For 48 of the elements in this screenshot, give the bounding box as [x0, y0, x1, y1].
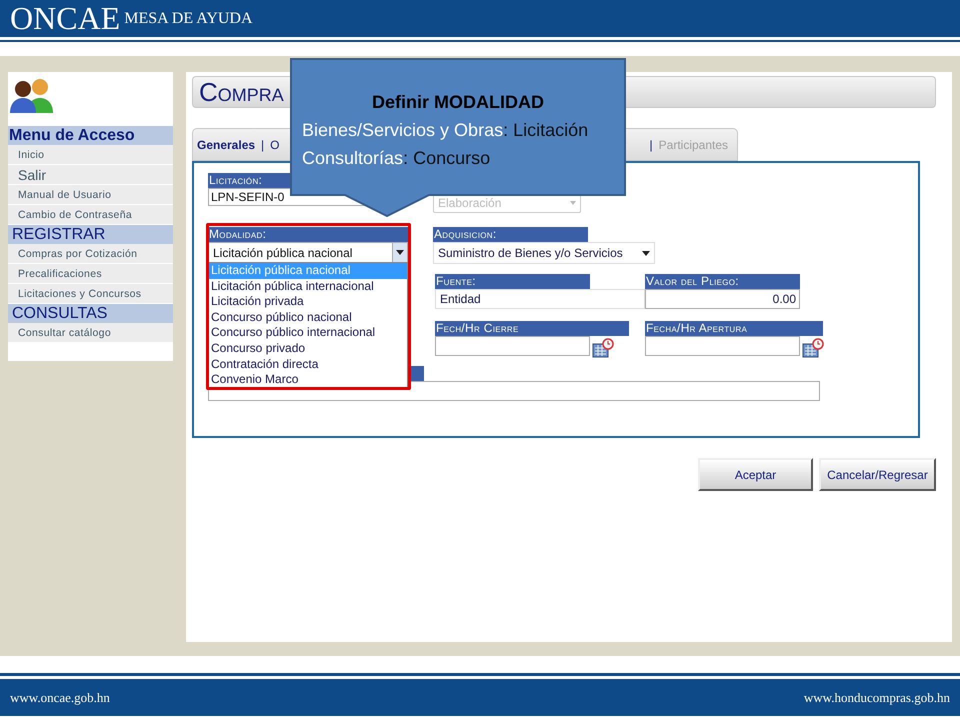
menu-item[interactable]: Consultar catálogo [8, 323, 173, 343]
field-label: Adquisicion: [433, 227, 588, 242]
menu-item[interactable]: Manual de Usuario [8, 185, 173, 205]
menu-item[interactable]: Licitaciones y Concursos [8, 284, 173, 304]
menu-section-title: CONSULTAS [8, 304, 173, 323]
brand-logo: ONCAE [10, 1, 120, 35]
field-label: Fuente: [435, 274, 590, 289]
fecha-apertura-field[interactable] [645, 336, 800, 356]
dropdown-option[interactable]: Concurso público nacional [209, 310, 407, 326]
menu-item[interactable]: Cambio de Contraseña [8, 205, 173, 225]
menu-item[interactable]: Salir [8, 165, 173, 185]
field-label: Fech/Hr Cierre [435, 321, 629, 336]
dropdown-option[interactable]: Convenio Marco [209, 372, 407, 388]
header-subtitle: MESA DE AYUDA [124, 9, 253, 29]
callout-text: Bienes/Servicios y Obras: Licitación [302, 119, 588, 142]
dropdown-option[interactable]: Concurso público internacional [209, 325, 407, 341]
footer-link[interactable]: www.honducompras.gob.hn [804, 688, 950, 708]
cancel-button[interactable]: Cancelar/Regresar [819, 458, 936, 491]
menu-item[interactable]: Precalificaciones [8, 264, 173, 284]
tab-separator: | [261, 136, 264, 154]
dropdown-option[interactable]: Licitación privada [209, 294, 407, 310]
dropdown-option[interactable]: Concurso privado [209, 340, 407, 357]
footer-link[interactable]: www.oncae.gob.hn [10, 688, 110, 708]
fuente-field[interactable]: Entidad [435, 289, 645, 309]
menu-item[interactable]: Compras por Cotización [8, 244, 173, 264]
callout-text: Consultorías: Concurso [302, 147, 490, 170]
field-label: Valor del Pliego: [645, 274, 800, 289]
menu-item[interactable]: Inicio [8, 145, 173, 165]
menu-section-title: Menu de Acceso [8, 126, 173, 145]
menu-section-title: REGISTRAR [8, 225, 173, 244]
caret-icon [570, 201, 576, 205]
users-icon [9, 78, 55, 114]
calendar-clock-icon[interactable] [802, 338, 824, 358]
field-label: Modalidad: [208, 227, 408, 242]
tab[interactable]: O [270, 136, 280, 154]
dropdown-button[interactable] [392, 243, 407, 262]
adquisicion-select[interactable]: Suministro de Bienes y/o Servicios [433, 242, 655, 264]
accept-button[interactable]: Aceptar [698, 458, 813, 491]
field-label: Fecha/Hr Apertura [645, 321, 823, 336]
fecha-cierre-field[interactable] [435, 336, 590, 356]
dropdown-option[interactable]: Licitación pública internacional [209, 278, 407, 294]
dropdown-option[interactable]: Contratación directa [209, 356, 407, 372]
caret-icon [642, 250, 650, 256]
caret-icon [396, 250, 404, 255]
tab-separator: | [650, 136, 653, 154]
calendar-clock-icon[interactable] [592, 338, 614, 358]
valor-pliego-field[interactable]: 0.00 [645, 289, 800, 309]
tab[interactable]: Generales [197, 136, 256, 154]
